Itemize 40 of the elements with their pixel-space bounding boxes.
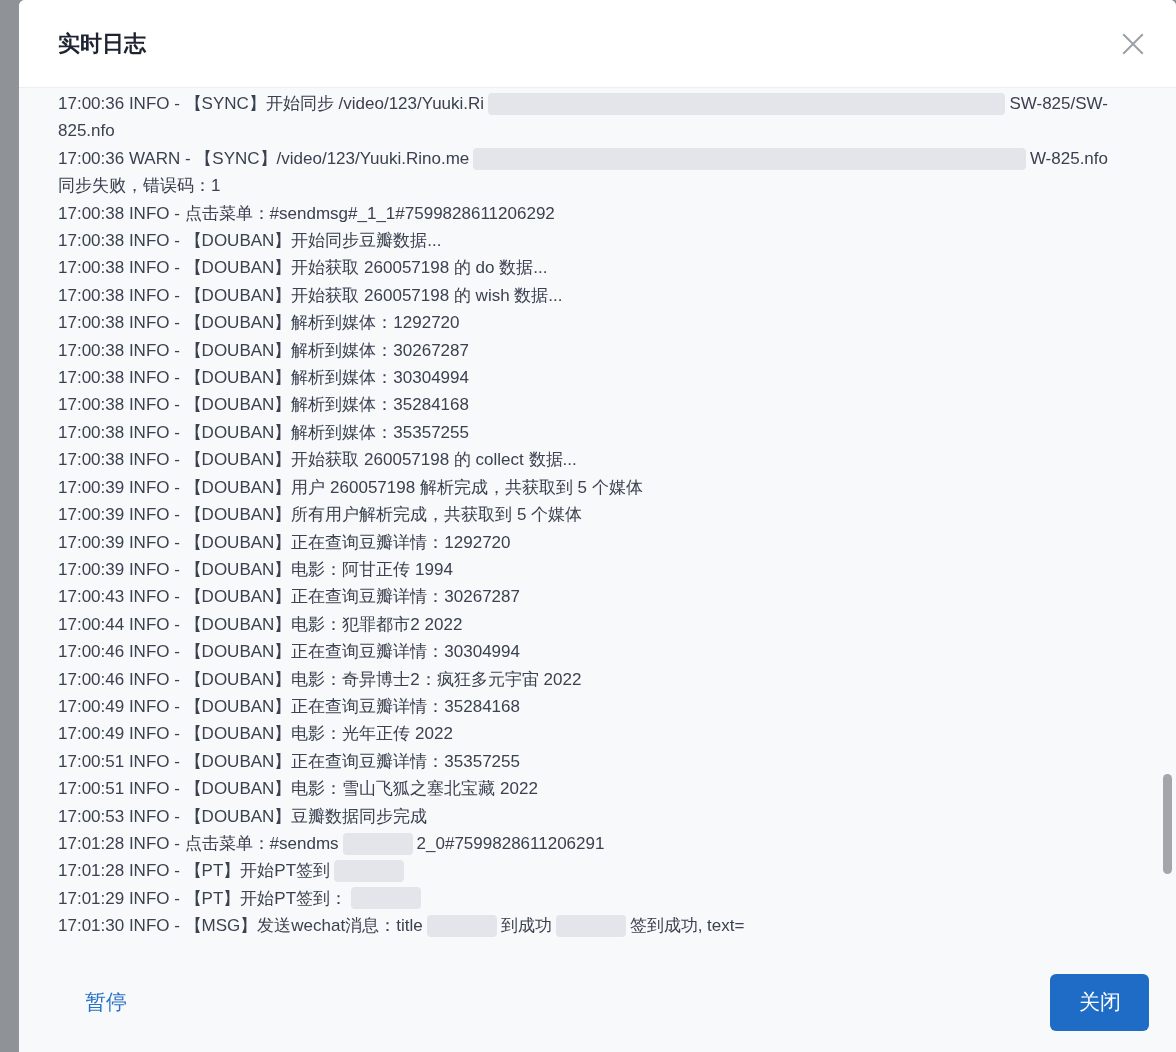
log-text: 17:00:38 INFO - 【DOUBAN】开始获取 260057198 的 do 数据... [58,257,548,280]
log-text: 17:01:30 INFO - 【MSG】发送wechat消息：title [58,915,423,938]
log-text: 17:00:44 INFO - 【DOUBAN】电影：犯罪都市2 2022 [58,613,463,636]
log-text: 17:00:51 INFO - 【DOUBAN】正在查询豆瓣详情：35357255 [58,750,520,773]
log-text: 17:00:38 INFO - 【DOUBAN】开始同步豆瓣数据... [58,230,442,253]
log-text: 同步失败，错误码：1 [58,175,222,198]
log-text: 17:00:39 INFO - 【DOUBAN】用户 260057198 解析完成，共获取到 5 个媒体 [58,476,643,499]
log-text: 签到成功, text= [629,915,745,938]
log-text: 17:01:28 INFO - 点击菜单：#sendms [58,832,339,855]
log-text: SW-825/SW- [1009,93,1108,115]
pause-link[interactable]: 暂停 [85,986,127,1018]
log-text: 17:00:38 INFO - 【DOUBAN】解析到媒体：35284168 [58,394,469,417]
log-text: 17:00:49 INFO - 【DOUBAN】电影：光年正传 2022 [58,723,453,746]
log-text: 17:00:38 INFO - 点击菜单：#sendmsg#_1_1#7599828611206292 [58,202,555,225]
log-text: 17:00:43 INFO - 【DOUBAN】正在查询豆瓣详情：30267287 [58,586,520,609]
log-text: 17:00:38 INFO - 【DOUBAN】解析到媒体：30304994 [58,367,469,390]
log-text: 17:00:38 INFO - 【DOUBAN】解析到媒体：1292720 [58,312,460,335]
close-button[interactable]: 关闭 [1050,973,1149,1031]
log-text: 17:00:39 INFO - 【DOUBAN】正在查询豆瓣详情：1292720 [58,531,511,554]
log-text: 17:00:38 INFO - 【DOUBAN】解析到媒体：30267287 [58,339,469,362]
log-text: 17:00:39 INFO - 【DOUBAN】电影：阿甘正传 1994 [58,558,453,581]
log-text: 17:01:28 INFO - 【PT】开始PT签到 [58,860,331,883]
log-text: 17:00:46 INFO - 【DOUBAN】正在查询豆瓣详情：30304994 [58,641,520,664]
log-text: 17:00:38 INFO - 【DOUBAN】解析到媒体：35357255 [58,421,469,444]
log-text: W-825.nfo [1029,147,1108,170]
log-text: 17:00:51 INFO - 【DOUBAN】电影：雪山飞狐之塞北宝藏 2022 [58,778,538,801]
log-text: 到成功 [500,915,552,938]
log-text: 17:00:46 INFO - 【DOUBAN】电影：奇异博士2：疯狂多元宇宙 2022 [58,668,582,691]
log-text: 17:00:38 INFO - 【DOUBAN】开始获取 260057198 的 collect 数据... [58,449,577,472]
log-text: 17:00:38 INFO - 【DOUBAN】开始获取 260057198 的 wish 数据... [58,284,563,307]
log-text: 2_0#7599828611206291 [416,832,605,855]
log-text: 17:01:29 INFO - 【PT】开始PT签到： [58,887,348,910]
log-text: 17:00:36 WARN - 【SYNC】/video/123/Yuuki.Rino.me [58,147,470,170]
log-text: 17:00:53 INFO - 【DOUBAN】豆瓣数据同步完成 [58,805,428,828]
log-text: 17:00:39 INFO - 【DOUBAN】所有用户解析完成，共获取到 5 个媒体 [58,504,583,527]
log-text: 825.nfo [58,120,116,143]
scrollbar-thumb[interactable] [1163,774,1172,874]
log-text: 17:00:49 INFO - 【DOUBAN】正在查询豆瓣详情：35284168 [58,695,520,718]
log-text: 17:00:36 INFO - 【SYNC】开始同步 /video/123/Yuuki.Ri [58,93,485,115]
dialog-title: 实时日志 [58,30,146,58]
